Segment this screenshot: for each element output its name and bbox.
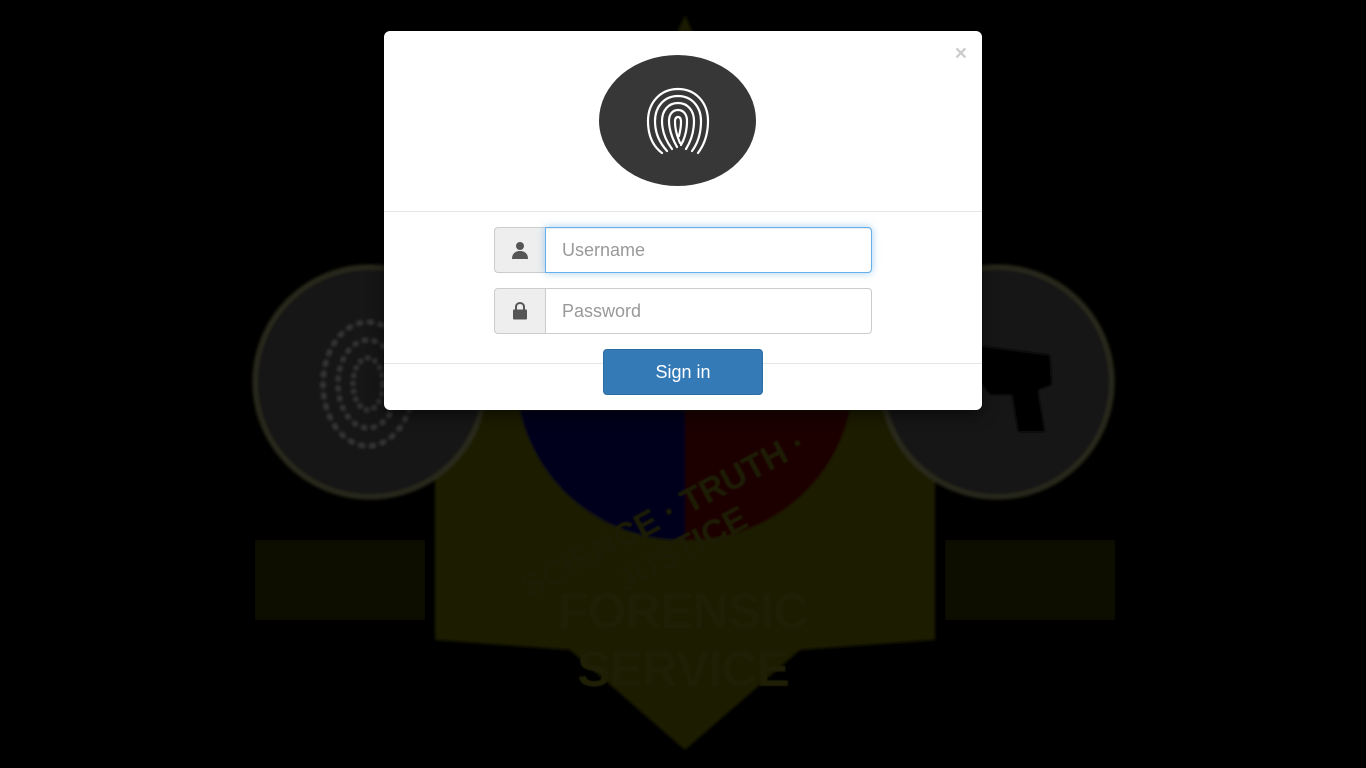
sign-in-button[interactable]: Sign in bbox=[603, 349, 763, 395]
fingerprint-icon bbox=[646, 87, 709, 154]
password-group bbox=[494, 288, 872, 334]
modal-body bbox=[384, 212, 982, 364]
background-banner-text: FORENSIC SERVICE bbox=[557, 583, 809, 697]
lock-icon bbox=[494, 288, 545, 334]
fingerprint-logo bbox=[599, 55, 756, 186]
username-group bbox=[494, 227, 872, 273]
user-icon bbox=[494, 227, 545, 273]
password-input[interactable] bbox=[545, 288, 872, 334]
username-input[interactable] bbox=[545, 227, 872, 273]
modal-header bbox=[384, 31, 982, 212]
login-modal: × Username Sign in bbox=[384, 31, 982, 410]
